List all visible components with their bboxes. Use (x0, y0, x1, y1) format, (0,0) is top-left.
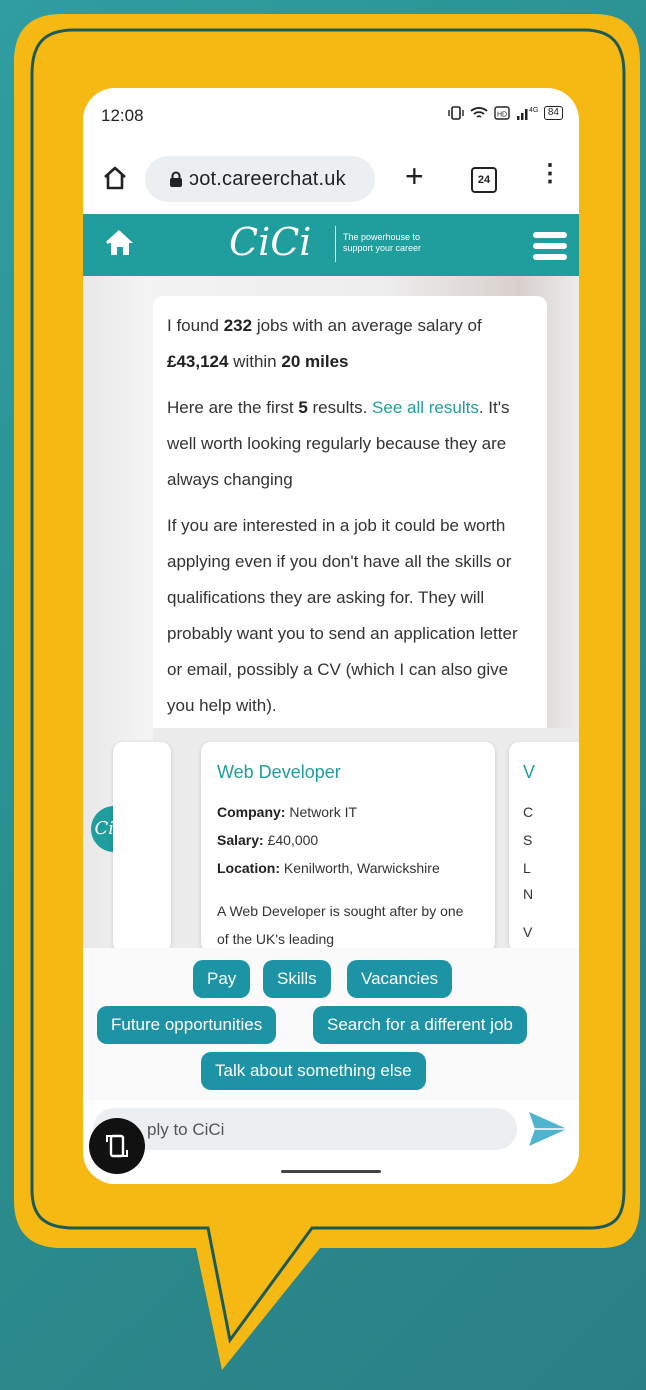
job-salary: Salary: £40,000 (217, 832, 319, 848)
see-all-results-link[interactable]: See all results (372, 398, 479, 417)
signal-icon: 4G (516, 107, 538, 120)
tagline-line-1: The powerhouse to (343, 232, 421, 242)
clock: 12:08 (101, 106, 144, 125)
cici-logo[interactable]: CiCi (229, 220, 311, 264)
lock-icon (170, 171, 182, 187)
job-title-link[interactable]: Web Developer (217, 762, 341, 783)
logo-divider (335, 226, 336, 262)
home-icon[interactable] (101, 164, 129, 192)
more-menu-icon[interactable]: ⋮ (538, 162, 562, 186)
phone-screen: 12:08 HD 4G 84 ɔot.careerchat.uk + 24 ⋮ … (83, 88, 579, 1184)
rotate-screen-button[interactable] (89, 1118, 145, 1174)
message-paragraph-1: I found 232 jobs with an average salary … (167, 316, 482, 371)
app-header: CiCi The powerhouse to support your caree… (83, 214, 579, 276)
send-icon[interactable] (527, 1110, 569, 1148)
job-description: A Web Developer is sought after by one o… (217, 903, 464, 947)
message-paragraph-2: Here are the first 5 results. See all re… (167, 398, 510, 489)
vibrate-icon (448, 106, 464, 120)
quick-replies: Pay Skills Vacancies Future opportunitie… (83, 948, 579, 1100)
status-bar: 12:08 HD 4G 84 (83, 88, 579, 144)
hamburger-menu-icon[interactable] (533, 232, 567, 265)
bot-message: I found 232 jobs with an average salary … (153, 296, 547, 744)
rotate-icon (106, 1134, 128, 1158)
chat-area[interactable]: I found 232 jobs with an average salary … (83, 276, 579, 948)
new-tab-icon[interactable]: + (405, 160, 424, 192)
url-text[interactable]: ɔot.careerchat.uk (189, 168, 346, 191)
tab-switcher-button[interactable]: 24 (471, 167, 497, 193)
job-carousel[interactable]: Web Developer Company: Network IT Salary… (113, 728, 579, 948)
hd-icon: HD (494, 106, 510, 120)
quick-reply-skills[interactable]: Skills (263, 960, 331, 998)
quick-reply-future-opportunities[interactable]: Future opportunities (97, 1006, 277, 1044)
next-job-row: L (523, 860, 531, 876)
gesture-handle (281, 1170, 381, 1173)
next-job-row: S (523, 832, 533, 848)
next-job-row: C (523, 804, 534, 820)
svg-text:4G: 4G (529, 107, 538, 114)
job-company: Company: Network IT (217, 804, 358, 820)
quick-reply-talk-something-else[interactable]: Talk about something else (201, 1052, 426, 1090)
reply-input-placeholder: ply to CiCi (147, 1120, 225, 1139)
message-paragraph-3: If you are interested in a job it could … (167, 516, 518, 715)
job-card[interactable]: Web Developer Company: Network IT Salary… (201, 742, 495, 948)
home-icon[interactable] (105, 228, 135, 258)
tagline: The powerhouse to support your career (343, 232, 421, 254)
tagline-line-2: support your career (343, 243, 422, 253)
next-job-card[interactable]: V C S L N V (509, 742, 579, 948)
next-job-row: N (523, 886, 534, 902)
wifi-icon (470, 107, 488, 118)
next-job-row: V (523, 924, 533, 940)
quick-reply-search-different-job[interactable]: Search for a different job (313, 1006, 527, 1044)
job-location: Location: Kenilworth, Warwickshire (217, 860, 440, 876)
message-input-bar: ply to CiCi (83, 1100, 579, 1184)
svg-text:HD: HD (497, 112, 507, 119)
next-job-title: V (523, 762, 536, 782)
previous-job-card[interactable] (113, 742, 171, 948)
battery-icon: 84 (543, 106, 563, 120)
quick-reply-vacancies[interactable]: Vacancies (347, 960, 453, 998)
browser-toolbar: ɔot.careerchat.uk + 24 ⋮ (83, 144, 579, 214)
quick-reply-pay[interactable]: Pay (193, 960, 251, 998)
status-icons: HD 4G 84 (448, 105, 563, 121)
